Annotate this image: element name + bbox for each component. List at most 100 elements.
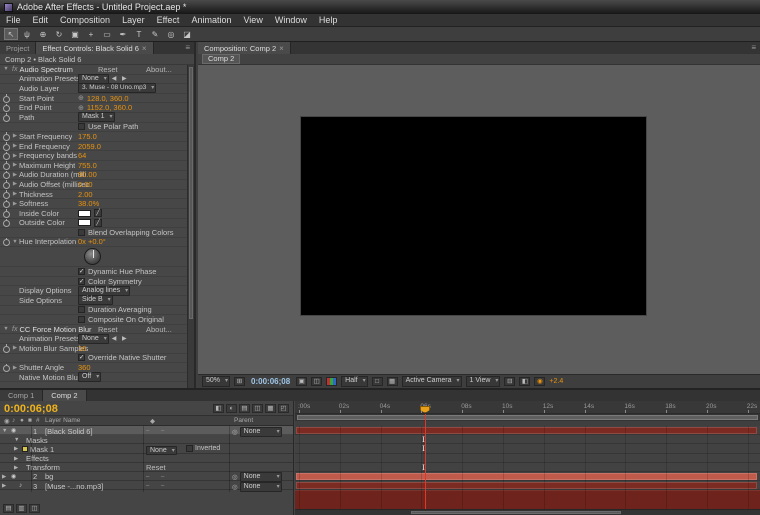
twirl-icon[interactable]: ▶ bbox=[11, 365, 19, 371]
current-time-indicator[interactable] bbox=[425, 414, 426, 509]
softness-value[interactable]: 38.0% bbox=[78, 199, 99, 208]
snapshot-icon[interactable]: ▣ bbox=[296, 377, 307, 386]
property-outline-row[interactable]: ▶TransformReset bbox=[0, 463, 293, 472]
path-select[interactable]: Mask 1 bbox=[78, 112, 115, 122]
solo-column-icon[interactable]: ● bbox=[20, 417, 24, 424]
collapse-toggle-icon[interactable]: ▼ bbox=[2, 66, 10, 72]
menu-composition[interactable]: Composition bbox=[54, 15, 116, 25]
outside-color-swatch[interactable] bbox=[78, 219, 91, 226]
layer-duration-bar[interactable] bbox=[296, 473, 757, 480]
about-link[interactable]: About... bbox=[146, 65, 172, 74]
end-point-value[interactable]: 1152.0, 360.0 bbox=[87, 103, 132, 112]
audio-layer-select[interactable]: 3. Muse - 08 Uno.mp3 bbox=[78, 83, 156, 93]
display-options-select[interactable]: Analog lines bbox=[78, 286, 130, 296]
scrollbar-thumb[interactable] bbox=[411, 511, 620, 514]
twirl-icon[interactable]: ▶ bbox=[11, 191, 19, 197]
hue-dial[interactable] bbox=[84, 248, 101, 265]
tab-composition-comp-2[interactable]: Composition: Comp 2 × bbox=[198, 42, 291, 54]
layer-duration-bar[interactable] bbox=[296, 427, 757, 434]
stopwatch-icon[interactable] bbox=[2, 209, 11, 218]
stopwatch-icon[interactable] bbox=[2, 103, 11, 112]
transparency-grid-icon[interactable]: ▦ bbox=[387, 377, 398, 386]
view-layout-select[interactable]: 1 View bbox=[466, 376, 501, 387]
close-icon[interactable]: × bbox=[279, 44, 284, 53]
region-of-interest-icon[interactable]: □ bbox=[372, 377, 383, 386]
eraser-tool-icon[interactable]: ◪ bbox=[180, 28, 194, 40]
eyedropper-icon[interactable]: ╱ bbox=[94, 209, 102, 217]
about-link[interactable]: About... bbox=[146, 325, 172, 334]
camera-select[interactable]: Active Camera bbox=[402, 376, 462, 387]
twirl-icon[interactable]: ▶ bbox=[11, 162, 19, 168]
comp-2-button[interactable]: Comp 2 bbox=[202, 54, 240, 65]
timeline-lane[interactable]: I bbox=[295, 435, 760, 444]
exposure-icon[interactable]: ◉ bbox=[534, 377, 545, 386]
frame-blending-icon[interactable]: ▦ bbox=[265, 404, 276, 413]
stopwatch-icon[interactable] bbox=[2, 180, 11, 189]
animation-presets-select[interactable]: None bbox=[78, 334, 109, 344]
twirl-icon[interactable]: ▶ bbox=[11, 181, 19, 187]
panel-menu-icon[interactable]: ≡ bbox=[747, 42, 760, 54]
close-icon[interactable]: × bbox=[142, 44, 147, 53]
grid-guides-icon[interactable]: ⊞ bbox=[234, 377, 245, 386]
audio-column-icon[interactable]: ♪ bbox=[12, 417, 15, 424]
start-point-value[interactable]: 128.0, 360.0 bbox=[87, 94, 129, 103]
tab-project[interactable]: Project bbox=[0, 42, 36, 54]
resolution-select[interactable]: Half bbox=[341, 376, 367, 387]
side-options-select[interactable]: Side B bbox=[78, 295, 113, 305]
show-snapshot-icon[interactable]: ◫ bbox=[311, 377, 322, 386]
draft-3d-icon[interactable]: ▤ bbox=[239, 404, 250, 413]
live-update-icon[interactable]: ◐ bbox=[226, 404, 237, 413]
fast-previews-icon[interactable]: ◧ bbox=[519, 377, 530, 386]
reset-link[interactable]: Reset bbox=[146, 463, 166, 472]
preset-arrows-icon[interactable]: ◀ ▶ bbox=[112, 75, 129, 82]
menu-effect[interactable]: Effect bbox=[151, 15, 186, 25]
layer-duration-bar[interactable] bbox=[296, 482, 757, 489]
title-bar[interactable]: Adobe After Effects - Untitled Project.a… bbox=[0, 0, 760, 14]
expand-toggle[interactable]: ▶ bbox=[2, 483, 6, 489]
dynamic-hue-phase-checkbox[interactable]: ✓ bbox=[78, 268, 85, 275]
shutter-angle-value[interactable]: 360 bbox=[78, 363, 91, 372]
stopwatch-icon[interactable] bbox=[2, 113, 11, 122]
stopwatch-icon[interactable] bbox=[2, 190, 11, 199]
text-tool-icon[interactable]: T bbox=[132, 28, 146, 40]
composition-viewport[interactable] bbox=[301, 117, 646, 315]
work-area-bar[interactable] bbox=[297, 415, 758, 420]
color-symmetry-checkbox[interactable]: ✓ bbox=[78, 278, 85, 285]
composite-on-original-checkbox[interactable] bbox=[78, 316, 85, 323]
shape-tool-icon[interactable]: ▭ bbox=[100, 28, 114, 40]
layer-switches[interactable]: – – bbox=[146, 483, 169, 489]
stopwatch-icon[interactable] bbox=[2, 218, 11, 227]
visibility-icon[interactable]: ◉ bbox=[11, 473, 16, 480]
layer-row[interactable]: ▶◉2bg– –◎None bbox=[0, 472, 293, 481]
blend-overlapping-colors-checkbox[interactable] bbox=[78, 229, 85, 236]
tab-comp-2[interactable]: Comp 2 bbox=[43, 390, 86, 401]
use-polar-path-checkbox[interactable] bbox=[78, 123, 85, 130]
stopwatch-icon[interactable] bbox=[2, 170, 11, 179]
end-frequency-value[interactable]: 2059.0 bbox=[78, 142, 101, 151]
vertical-scrollbar[interactable] bbox=[187, 65, 194, 388]
native-motion-blur-select[interactable]: Off bbox=[78, 372, 101, 382]
twirl-icon[interactable]: ▶ bbox=[11, 153, 19, 159]
tab-effect-controls-black-solid-6[interactable]: Effect Controls: Black Solid 6× bbox=[36, 42, 153, 54]
show-channel-icon[interactable] bbox=[326, 377, 337, 386]
hue-interpolation-value[interactable]: 0x +0.0° bbox=[78, 237, 106, 246]
layer-switches[interactable]: – – bbox=[146, 428, 169, 434]
frequency-bands-value[interactable]: 64 bbox=[78, 151, 86, 160]
inverted-checkbox[interactable] bbox=[186, 445, 193, 452]
reset-link[interactable]: Reset bbox=[98, 325, 118, 334]
timeline-lane[interactable] bbox=[295, 472, 760, 481]
stopwatch-icon[interactable] bbox=[2, 161, 11, 170]
animation-presets-select[interactable]: None bbox=[78, 74, 109, 84]
camera-tool-icon[interactable]: ▣ bbox=[68, 28, 82, 40]
property-outline-row[interactable]: ▶Mask 1NoneInverted bbox=[0, 444, 293, 453]
parent-select[interactable]: None bbox=[240, 482, 282, 492]
clone-stamp-tool-icon[interactable]: ◎ bbox=[164, 28, 178, 40]
stopwatch-icon[interactable] bbox=[2, 344, 11, 353]
audio-duration-milli-value[interactable]: 90.00 bbox=[78, 170, 97, 179]
composition-mini-flowchart-icon[interactable]: ◧ bbox=[213, 404, 224, 413]
inside-color-swatch[interactable] bbox=[78, 210, 91, 217]
timeline-zoom-icon[interactable]: ◫ bbox=[29, 504, 40, 513]
menu-edit[interactable]: Edit bbox=[27, 15, 55, 25]
timeline-lane[interactable] bbox=[295, 481, 760, 490]
timeline-lane[interactable] bbox=[295, 426, 760, 435]
